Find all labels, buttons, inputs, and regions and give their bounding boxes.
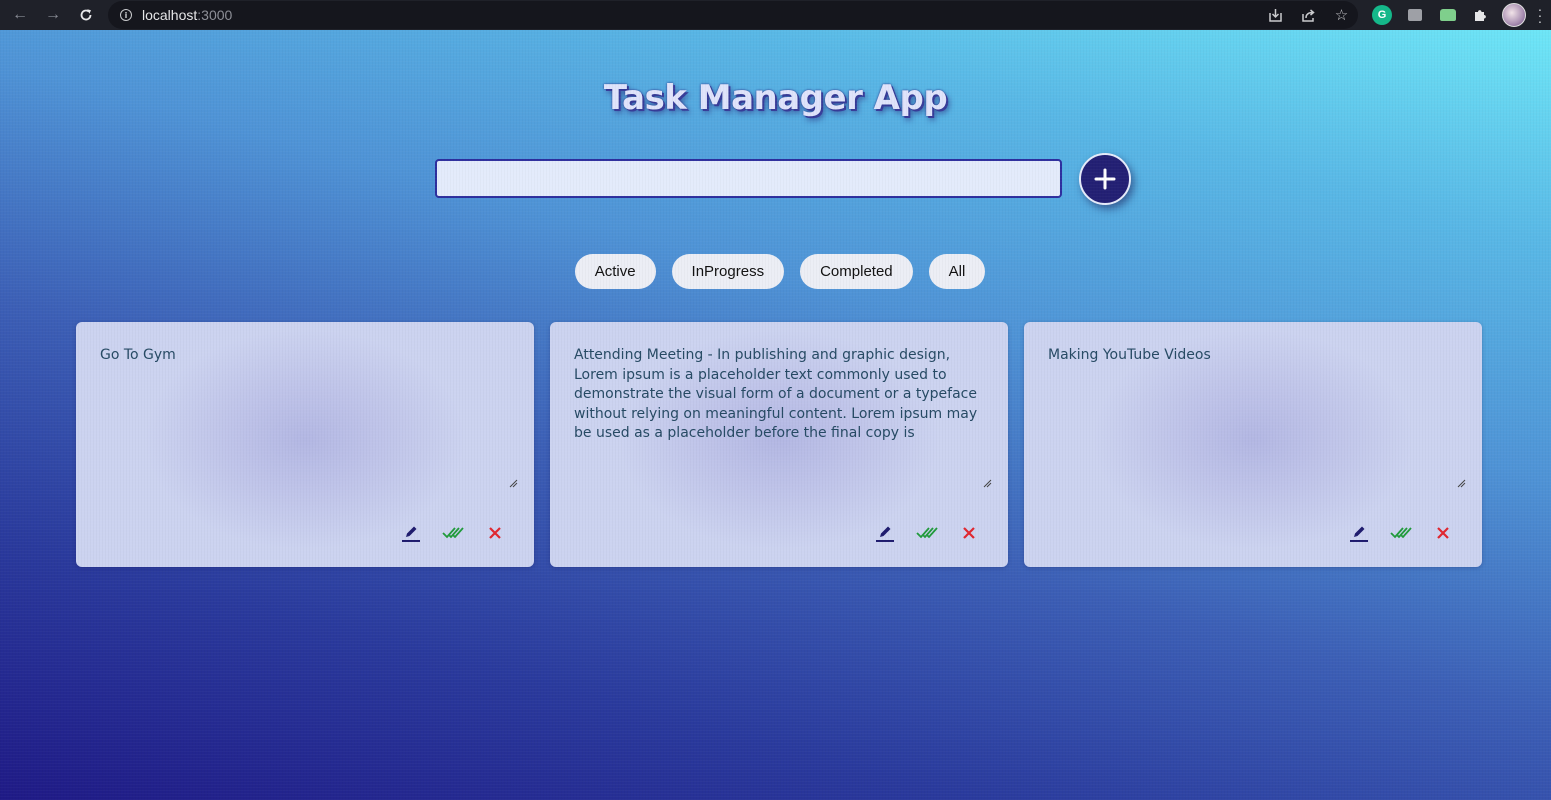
bookmark-star-icon[interactable]: ☆ (1325, 6, 1358, 24)
delete-task-button[interactable] (1432, 522, 1454, 544)
resize-handle-icon[interactable] (1456, 478, 1466, 488)
task-card (550, 322, 1008, 567)
resize-handle-icon[interactable] (982, 478, 992, 488)
task-text[interactable] (574, 346, 989, 488)
address-bar[interactable]: i localhost:3000 ☆ (108, 1, 1358, 29)
edit-task-button[interactable] (1348, 522, 1370, 544)
plus-icon (1094, 168, 1116, 190)
filter-bar: Active InProgress Completed All (0, 254, 1551, 289)
filter-active-button[interactable]: Active (574, 254, 656, 289)
edit-task-button[interactable] (400, 522, 422, 544)
double-check-icon (1390, 527, 1412, 539)
grammarly-extension-icon[interactable]: G (1372, 5, 1392, 25)
pencil-icon (876, 526, 894, 542)
task-card (76, 322, 534, 567)
edit-task-button[interactable] (874, 522, 896, 544)
delete-task-button[interactable] (484, 522, 506, 544)
double-check-icon (916, 527, 938, 539)
filter-completed-button[interactable]: Completed (800, 254, 913, 289)
add-task-button[interactable] (1079, 153, 1131, 205)
more-menu-icon[interactable]: · · · (1536, 2, 1544, 28)
double-check-icon (442, 527, 464, 539)
complete-task-button[interactable] (442, 522, 464, 544)
extension-icon[interactable] (1405, 5, 1425, 25)
task-text[interactable] (100, 346, 515, 488)
task-list (76, 322, 1482, 567)
task-card (1024, 322, 1482, 567)
back-arrow-icon[interactable]: ← (9, 4, 31, 26)
close-x-icon (963, 527, 975, 539)
pencil-icon (1350, 526, 1368, 542)
extension-icon[interactable] (1438, 5, 1458, 25)
complete-task-button[interactable] (916, 522, 938, 544)
delete-task-button[interactable] (958, 522, 980, 544)
extensions-puzzle-icon[interactable] (1470, 5, 1490, 25)
filter-inprogress-button[interactable]: InProgress (671, 254, 785, 289)
app-title: Task Manager App (603, 78, 948, 118)
site-info-icon[interactable]: i (120, 9, 132, 21)
install-icon[interactable] (1259, 8, 1292, 23)
task-input[interactable] (435, 159, 1062, 198)
close-x-icon (1437, 527, 1449, 539)
filter-all-button[interactable]: All (928, 254, 986, 289)
close-x-icon (489, 527, 501, 539)
pencil-icon (402, 526, 420, 542)
profile-avatar[interactable] (1502, 3, 1526, 27)
browser-toolbar: ← → i localhost:3000 ☆ G · · · (0, 0, 1551, 30)
url-text[interactable]: localhost:3000 (142, 7, 232, 23)
app-page: Task Manager App Active InProgress Compl… (0, 30, 1551, 800)
share-icon[interactable] (1292, 8, 1325, 23)
complete-task-button[interactable] (1390, 522, 1412, 544)
reload-icon[interactable] (75, 4, 97, 26)
resize-handle-icon[interactable] (508, 478, 518, 488)
forward-arrow-icon[interactable]: → (42, 4, 64, 26)
task-text[interactable] (1048, 346, 1463, 488)
